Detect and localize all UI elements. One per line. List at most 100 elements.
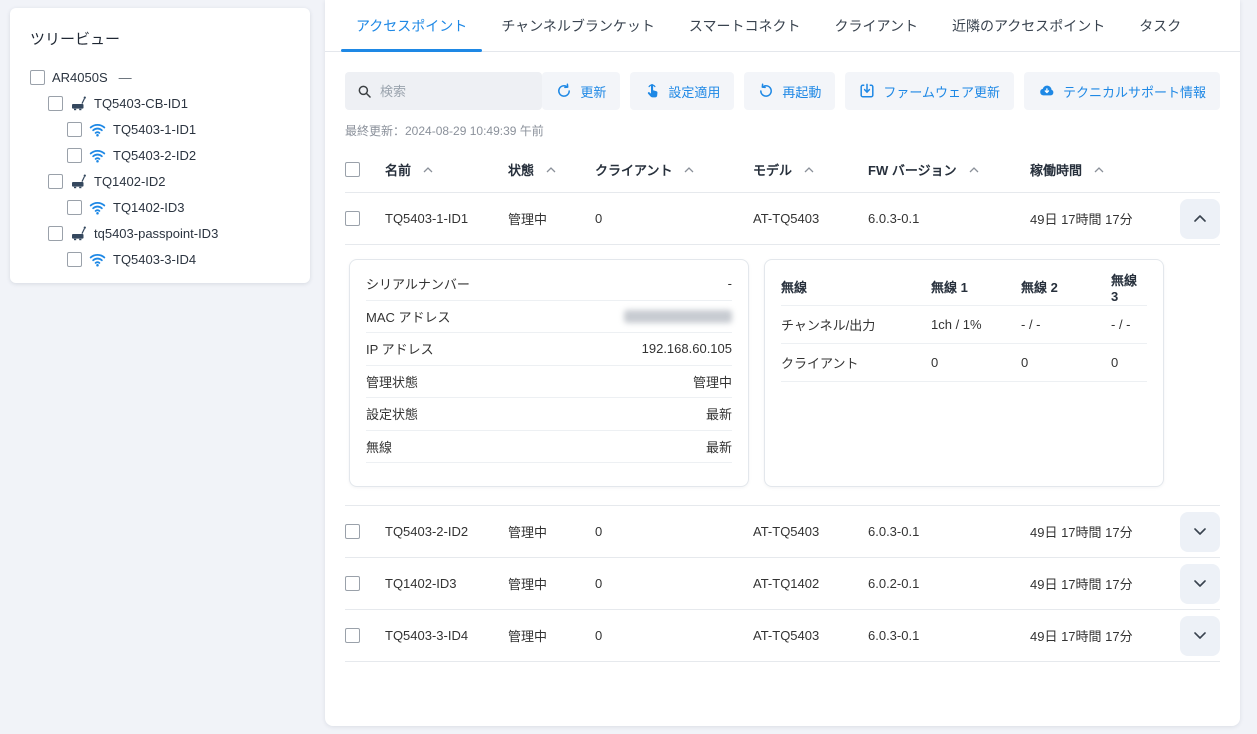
sort-caret-icon [1094,167,1104,173]
radio-col-header: 無線 1 [931,277,1021,296]
expand-row-button[interactable] [1180,616,1220,656]
apply-config-button[interactable]: 設定適用 [630,72,734,110]
tree-node-label: TQ1402-ID2 [94,174,166,189]
table-header-row: 名前 状態 クライアント モデル FW バージョン 稼働時間 [345,147,1220,193]
info-value: 最新 [706,404,732,423]
firmware-update-button[interactable]: ファームウェア更新 [845,72,1014,110]
radio-header-row: 無線 無線 1 無線 2 無線 3 [781,268,1147,306]
tab-bar: アクセスポイント チャンネルブランケット スマートコネクト クライアント 近隣の… [325,0,1240,52]
tree-node[interactable]: tq5403-passpoint-ID3 [48,225,294,241]
column-header-uptime[interactable]: 稼働時間 [1030,160,1164,179]
search-input[interactable] [380,84,530,99]
tree-node-label: TQ5403-CB-ID1 [94,96,188,111]
cloud-download-icon [1038,83,1055,99]
tab-neighbor-access-points[interactable]: 近隣のアクセスポイント [935,0,1122,51]
tree-node[interactable]: TQ1402-ID2 [48,173,294,189]
info-row-mac: MAC アドレス [366,301,732,334]
tab-clients[interactable]: クライアント [818,0,935,51]
row-checkbox[interactable] [345,524,360,539]
collapse-row-button[interactable] [1180,199,1220,239]
cell-clients: 0 [595,576,753,591]
chevron-up-icon [1194,215,1206,222]
tree-checkbox[interactable] [67,148,82,163]
tab-smart-connect[interactable]: スマートコネクト [672,0,818,51]
sort-caret-icon [423,167,433,173]
info-label: 設定状態 [366,404,418,423]
tree-node-label: TQ5403-1-ID1 [113,122,196,137]
table-row[interactable]: TQ5403-2-ID2 管理中 0 AT-TQ5403 6.0.3-0.1 4… [345,506,1220,558]
expand-row-button[interactable] [1180,564,1220,604]
row-checkbox[interactable] [345,576,360,591]
wifi-icon [89,147,106,164]
info-row-ip: IP アドレス 192.168.60.105 [366,333,732,366]
cell-name: TQ1402-ID3 [385,576,508,591]
info-value: 管理中 [693,372,732,391]
tree-checkbox[interactable] [48,96,63,111]
tree-checkbox[interactable] [30,70,45,85]
tab-channel-blanket[interactable]: チャンネルブランケット [484,0,672,51]
cell-fw-version: 6.0.2-0.1 [868,576,1030,591]
search-icon [357,84,372,99]
column-header-model[interactable]: モデル [753,160,868,179]
reboot-button[interactable]: 再起動 [744,72,835,110]
button-label: 設定適用 [668,82,720,101]
chevron-down-icon [1194,528,1206,535]
cell-name: TQ5403-1-ID1 [385,211,508,226]
cell-name: TQ5403-2-ID2 [385,524,508,539]
row-checkbox[interactable] [345,211,360,226]
radio-row-label: チャンネル/出力 [781,315,931,334]
touch-apply-icon [644,83,660,99]
info-label: 無線 [366,437,392,456]
tree-node[interactable]: TQ5403-1-ID1 [67,121,294,137]
toolbar: 更新 設定適用 再起動 ファームウェア更新 [325,52,1240,110]
cell-model: AT-TQ5403 [753,211,868,226]
tree-checkbox[interactable] [48,174,63,189]
tree-checkbox[interactable] [67,122,82,137]
sort-caret-icon [804,167,814,173]
row-checkbox[interactable] [345,628,360,643]
tree-node[interactable]: TQ5403-2-ID2 [67,147,294,163]
tech-support-button[interactable]: テクニカルサポート情報 [1024,72,1220,110]
tree-checkbox[interactable] [67,252,82,267]
tree-node-label: TQ5403-2-ID2 [113,148,196,163]
firmware-update-icon [859,83,875,99]
column-header-name[interactable]: 名前 [385,160,508,179]
chevron-down-icon [1194,580,1206,587]
column-header-fw-version[interactable]: FW バージョン [868,160,1030,179]
table-row[interactable]: TQ1402-ID3 管理中 0 AT-TQ1402 6.0.2-0.1 49日… [345,558,1220,610]
sort-caret-icon [969,167,979,173]
tree-collapse-toggle[interactable]: — [119,70,132,85]
tree-node-ar4050s[interactable]: AR4050S — [30,69,294,85]
table-row[interactable]: TQ5403-1-ID1 管理中 0 AT-TQ5403 6.0.3-0.1 4… [345,193,1220,245]
expand-row-button[interactable] [1180,512,1220,552]
access-point-icon [70,225,87,242]
column-header-status[interactable]: 状態 [508,160,595,179]
wifi-icon [89,199,106,216]
tab-access-points[interactable]: アクセスポイント [339,0,484,51]
column-header-clients[interactable]: クライアント [595,160,753,179]
button-label: 再起動 [782,82,821,101]
select-all-checkbox[interactable] [345,162,360,177]
tree-node[interactable]: TQ5403-3-ID4 [67,251,294,267]
refresh-icon [556,83,572,99]
cell-status: 管理中 [508,574,595,593]
table-row[interactable]: TQ5403-3-ID4 管理中 0 AT-TQ5403 6.0.3-0.1 4… [345,610,1220,662]
cell-model: AT-TQ5403 [753,524,868,539]
radio-col-header: 無線 [781,277,931,296]
button-label: 更新 [580,82,606,101]
wifi-icon [89,251,106,268]
radio-col-header: 無線 3 [1111,270,1147,304]
tree-view-panel: ツリービュー AR4050S — TQ5403-CB-ID1 TQ5403-1-… [10,8,310,283]
tree-node[interactable]: TQ5403-CB-ID1 [48,95,294,111]
cell-status: 管理中 [508,626,595,645]
tree-checkbox[interactable] [67,200,82,215]
cell-uptime: 49日 17時間 17分 [1030,209,1164,228]
tree-checkbox[interactable] [48,226,63,241]
info-label: IP アドレス [366,339,434,358]
tab-tasks[interactable]: タスク [1122,0,1198,51]
sort-caret-icon [546,167,556,173]
tree-node[interactable]: TQ1402-ID3 [67,199,294,215]
refresh-button[interactable]: 更新 [542,72,620,110]
radio-value: 0 [1021,355,1111,370]
info-row-serial: シリアルナンバー - [366,268,732,301]
